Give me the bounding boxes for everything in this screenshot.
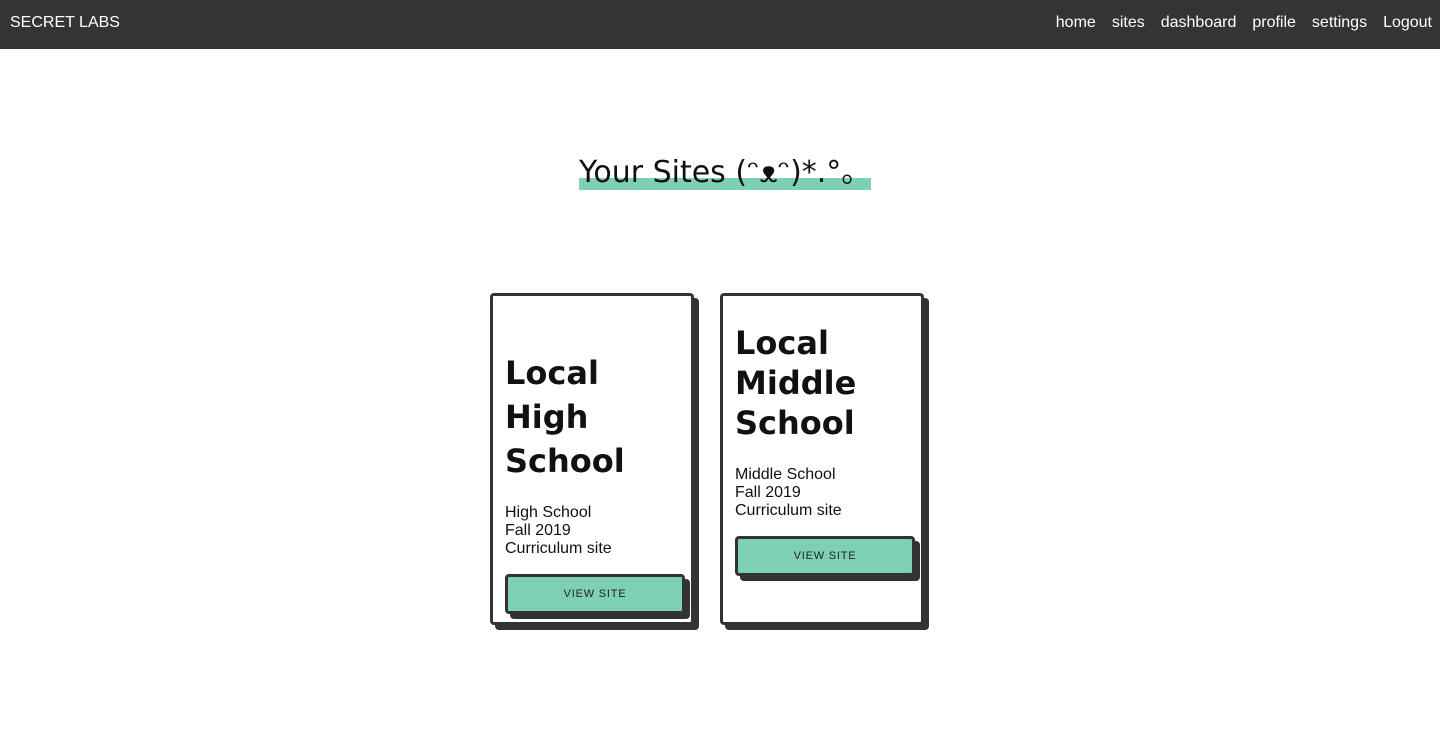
top-navbar: SECRET LABS home sites dashboard profile… — [0, 0, 1440, 49]
site-card-term: Fall 2019 — [735, 484, 801, 501]
nav-links: home sites dashboard profile settings Lo… — [1040, 14, 1432, 32]
site-card-level: High School — [505, 504, 592, 521]
page-title: Your Sites (ᵔᴥᵔ)*.°。 — [579, 155, 872, 190]
site-card-high-school: Local High School High School Fall 2019 … — [490, 293, 694, 625]
site-card-middle-school: Local Middle School Middle School Fall 2… — [720, 293, 924, 625]
site-card-type: Curriculum site — [735, 502, 842, 519]
site-card-title: Local Middle School — [735, 324, 857, 442]
view-site-button[interactable]: VIEW SITE — [735, 536, 915, 576]
nav-link-home[interactable]: home — [1056, 14, 1096, 32]
nav-link-settings[interactable]: settings — [1312, 14, 1367, 32]
page-heading: Your Sites (ᵔᴥᵔ)*.°。 — [579, 154, 871, 194]
nav-link-profile[interactable]: profile — [1252, 14, 1296, 32]
nav-link-logout[interactable]: Logout — [1383, 14, 1432, 32]
view-site-button[interactable]: VIEW SITE — [505, 574, 685, 614]
brand-logo-link[interactable]: SECRET LABS — [10, 14, 120, 32]
site-card-description: Middle School Fall 2019 Curriculum site — [735, 466, 842, 520]
nav-link-dashboard[interactable]: dashboard — [1161, 14, 1237, 32]
site-card-description: High School Fall 2019 Curriculum site — [505, 504, 612, 558]
site-card-title: Local High School — [505, 354, 625, 480]
site-card-type: Curriculum site — [505, 540, 612, 557]
site-card-term: Fall 2019 — [505, 522, 571, 539]
nav-link-sites[interactable]: sites — [1112, 14, 1145, 32]
site-card-level: Middle School — [735, 466, 836, 483]
